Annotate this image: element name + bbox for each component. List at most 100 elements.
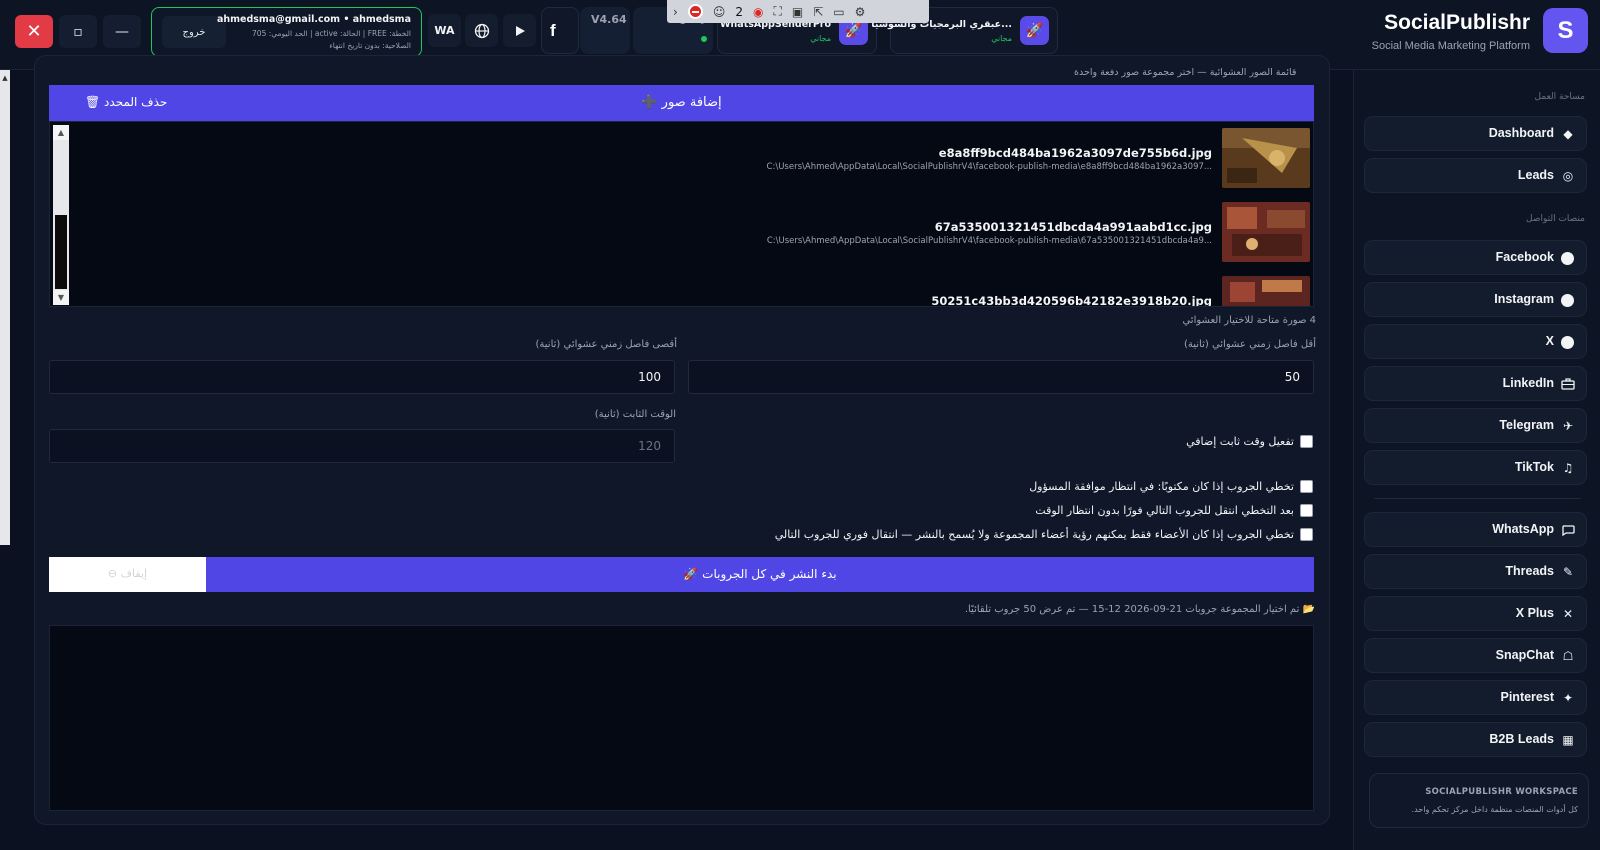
whatsapp-quick-button[interactable]: WA [428, 14, 461, 47]
globe-icon[interactable] [465, 14, 498, 47]
plane-icon: ✈ [1562, 419, 1574, 433]
image-list-scrollbar[interactable]: ▲ ▼ [53, 125, 69, 305]
sidebar-item-label: X [1545, 334, 1554, 348]
sidebar-item-pinterest[interactable]: ✦ Pinterest [1364, 680, 1587, 715]
max-interval-input[interactable] [49, 360, 675, 394]
window-icon[interactable]: ▣ [792, 5, 803, 19]
brand-subtitle: Social Media Marketing Platform [1371, 40, 1530, 52]
min-interval-field[interactable] [689, 361, 1313, 393]
cursor-icon[interactable]: ⇱ [813, 5, 823, 19]
stop-label: إيقاف ⊖ [107, 567, 148, 580]
skip-members-checkbox[interactable]: تخطي الجروب إذا كان الأعضاء فقط يمكنهم ر… [775, 526, 1313, 542]
checkbox-label: تفعيل وقت ثابت إضافي [1186, 434, 1294, 448]
sidebar-item-label: Pinterest [1500, 690, 1555, 704]
app-plan: مجاني [991, 34, 1012, 43]
image-list-caption: قائمة الصور العشوائية — اختر مجموعة صور … [1074, 67, 1297, 78]
list-item[interactable]: 67a535001321451dbcda4a991aabd1cc.jpg C:\… [70, 196, 1310, 262]
maximize-icon[interactable]: ▫ [59, 15, 97, 48]
image-list[interactable]: ▲ ▼ e8a8ff9bcd484ba1962a3097de755b6d.jpg… [49, 121, 1314, 307]
facebook-quick-button[interactable]: f [541, 7, 579, 54]
app-plan: مجاني [810, 34, 831, 43]
sidebar-item-b2b-leads[interactable]: ▦ B2B Leads [1364, 722, 1587, 757]
stop-button[interactable]: إيقاف ⊖ [49, 557, 206, 592]
scroll-up-icon[interactable]: ▲ [0, 74, 10, 82]
sidebar-item-tiktok[interactable]: ♫ TikTok [1364, 450, 1587, 485]
max-interval-field[interactable] [50, 361, 674, 393]
sidebar-item-telegram[interactable]: ✈ Telegram [1364, 408, 1587, 443]
scroll-up-icon[interactable]: ▲ [53, 125, 69, 140]
x-icon: ✕ [1562, 607, 1574, 621]
section-platforms: منصات التواصل [1526, 214, 1585, 224]
sidebar-item-label: TikTok [1514, 460, 1554, 474]
brand-name: SocialPublishr [1384, 11, 1530, 34]
image-actions-bar: إضافة صور ➕ حذف المحدد 🗑 [49, 85, 1314, 121]
sidebar: مساحة العمل ◆ Dashboard ◎ Leads منصات ال… [1353, 70, 1600, 850]
accessibility-icon[interactable]: ☺ [713, 5, 726, 19]
sidebar-item-instagram[interactable]: Instagram [1364, 282, 1587, 317]
page-scrollbar[interactable]: ▲ [0, 70, 10, 850]
minimize-icon[interactable]: — [103, 15, 141, 48]
sidebar-item-leads[interactable]: ◎ Leads [1364, 158, 1587, 193]
checkbox-label: بعد التخطي انتقل للجروب التالي فورًا بدو… [1035, 503, 1294, 517]
sidebar-divider [1374, 498, 1581, 499]
sidebar-item-dashboard[interactable]: ◆ Dashboard [1364, 116, 1587, 151]
max-interval-label: أقصى فاصل زمني عشوائي (ثانية) [535, 339, 677, 350]
checkbox[interactable] [1300, 503, 1313, 517]
sidebar-item-label: SnapChat [1495, 648, 1554, 662]
skip-pending-checkbox[interactable]: تخطي الجروب إذا كان مكتوبًا: في انتظار م… [1029, 478, 1313, 494]
sidebar-item-label: Facebook [1495, 250, 1554, 264]
image-file-name: 67a535001321451dbcda4a991aabd1cc.jpg [934, 220, 1212, 234]
sidebar-item-threads[interactable]: ✎ Threads [1364, 554, 1587, 589]
sidebar-item-whatsapp[interactable]: WhatsApp [1364, 512, 1587, 547]
music-icon: ♫ [1562, 461, 1574, 475]
scrollbar-thumb[interactable] [0, 70, 10, 545]
record-icon[interactable]: ◉ [753, 5, 763, 19]
status-dot [701, 36, 707, 42]
start-publish-bar: بدء النشر في كل الجروبات 🚀 إيقاف ⊖ [49, 557, 1314, 592]
checkbox[interactable] [1300, 479, 1313, 493]
sidebar-item-label: Threads [1505, 564, 1554, 578]
image-file-path: C:\Users\Ahmed\AppData\Local\SocialPubli… [766, 236, 1212, 246]
fixed-time-field[interactable] [50, 430, 674, 462]
sidebar-item-xplus[interactable]: ✕ X Plus [1364, 596, 1587, 631]
min-interval-input[interactable] [688, 360, 1314, 394]
start-publish-button[interactable]: بدء النشر في كل الجروبات 🚀 [206, 567, 1314, 581]
stop-recording-icon[interactable] [687, 4, 703, 19]
images-count: 4 صورة متاحة للاختيار العشوائي [1182, 315, 1316, 326]
chevron-right-icon[interactable]: › [673, 5, 678, 19]
sidebar-item-facebook[interactable]: Facebook [1364, 240, 1587, 275]
briefcase-icon [1560, 376, 1576, 392]
add-images-button[interactable]: إضافة صور ➕ [49, 95, 1314, 110]
fixed-time-input[interactable] [49, 429, 675, 463]
list-item[interactable]: e8a8ff9bcd484ba1962a3097de755b6d.jpg C:\… [70, 122, 1310, 188]
status-text: 📂 تم اختيار المجموعة جروبات 21-09-2026 1… [964, 604, 1315, 615]
section-workspace: مساحة العمل [1534, 92, 1585, 102]
sidebar-item-snapchat[interactable]: ☖ SnapChat [1364, 638, 1587, 673]
log-output[interactable] [49, 625, 1314, 811]
facebook-icon: f [550, 21, 556, 40]
sidebar-item-label: Leads [1517, 168, 1554, 182]
workspace-footer: SOCIALPUBLISHR WORKSPACE كل أدوات المنصا… [1369, 773, 1589, 828]
checkbox[interactable] [1300, 434, 1313, 448]
sidebar-item-linkedin[interactable]: LinkedIn [1364, 366, 1587, 401]
list-item[interactable]: 50251c43bb3d420596b42182e3918b20.jpg [70, 270, 1310, 306]
sidebar-item-x[interactable]: X [1364, 324, 1587, 359]
screen-recorder-toolbar: › ☺ 2 ◉ ⛶ ▣ ⇱ ▭ ⚙ [667, 0, 929, 23]
scroll-down-icon[interactable]: ▼ [53, 290, 69, 305]
close-icon[interactable]: ✕ [15, 15, 53, 48]
image-thumbnail [1222, 128, 1310, 188]
enable-fixed-time-checkbox[interactable]: تفعيل وقت ثابت إضافي [1186, 433, 1313, 449]
circle-icon [1561, 336, 1574, 349]
version-text: V4.64 [591, 13, 627, 26]
panel-icon[interactable]: ▭ [833, 5, 844, 19]
user-plan: الخطة: FREE | الحالة: active | الحد اليو… [252, 29, 411, 38]
diamond-icon: ◆ [1563, 127, 1573, 141]
play-icon[interactable] [503, 14, 536, 47]
scrollbar-thumb[interactable] [55, 215, 67, 289]
checkbox[interactable] [1300, 527, 1313, 541]
settings-icon[interactable]: ⚙ [855, 5, 866, 19]
skip-next-checkbox[interactable]: بعد التخطي انتقل للجروب التالي فورًا بدو… [1035, 502, 1313, 518]
delete-selected-button[interactable]: حذف المحدد 🗑 [85, 95, 167, 109]
user-expiry: الصلاحية: بدون تاريخ انتهاء [329, 41, 411, 50]
region-icon[interactable]: ⛶ [773, 4, 781, 19]
